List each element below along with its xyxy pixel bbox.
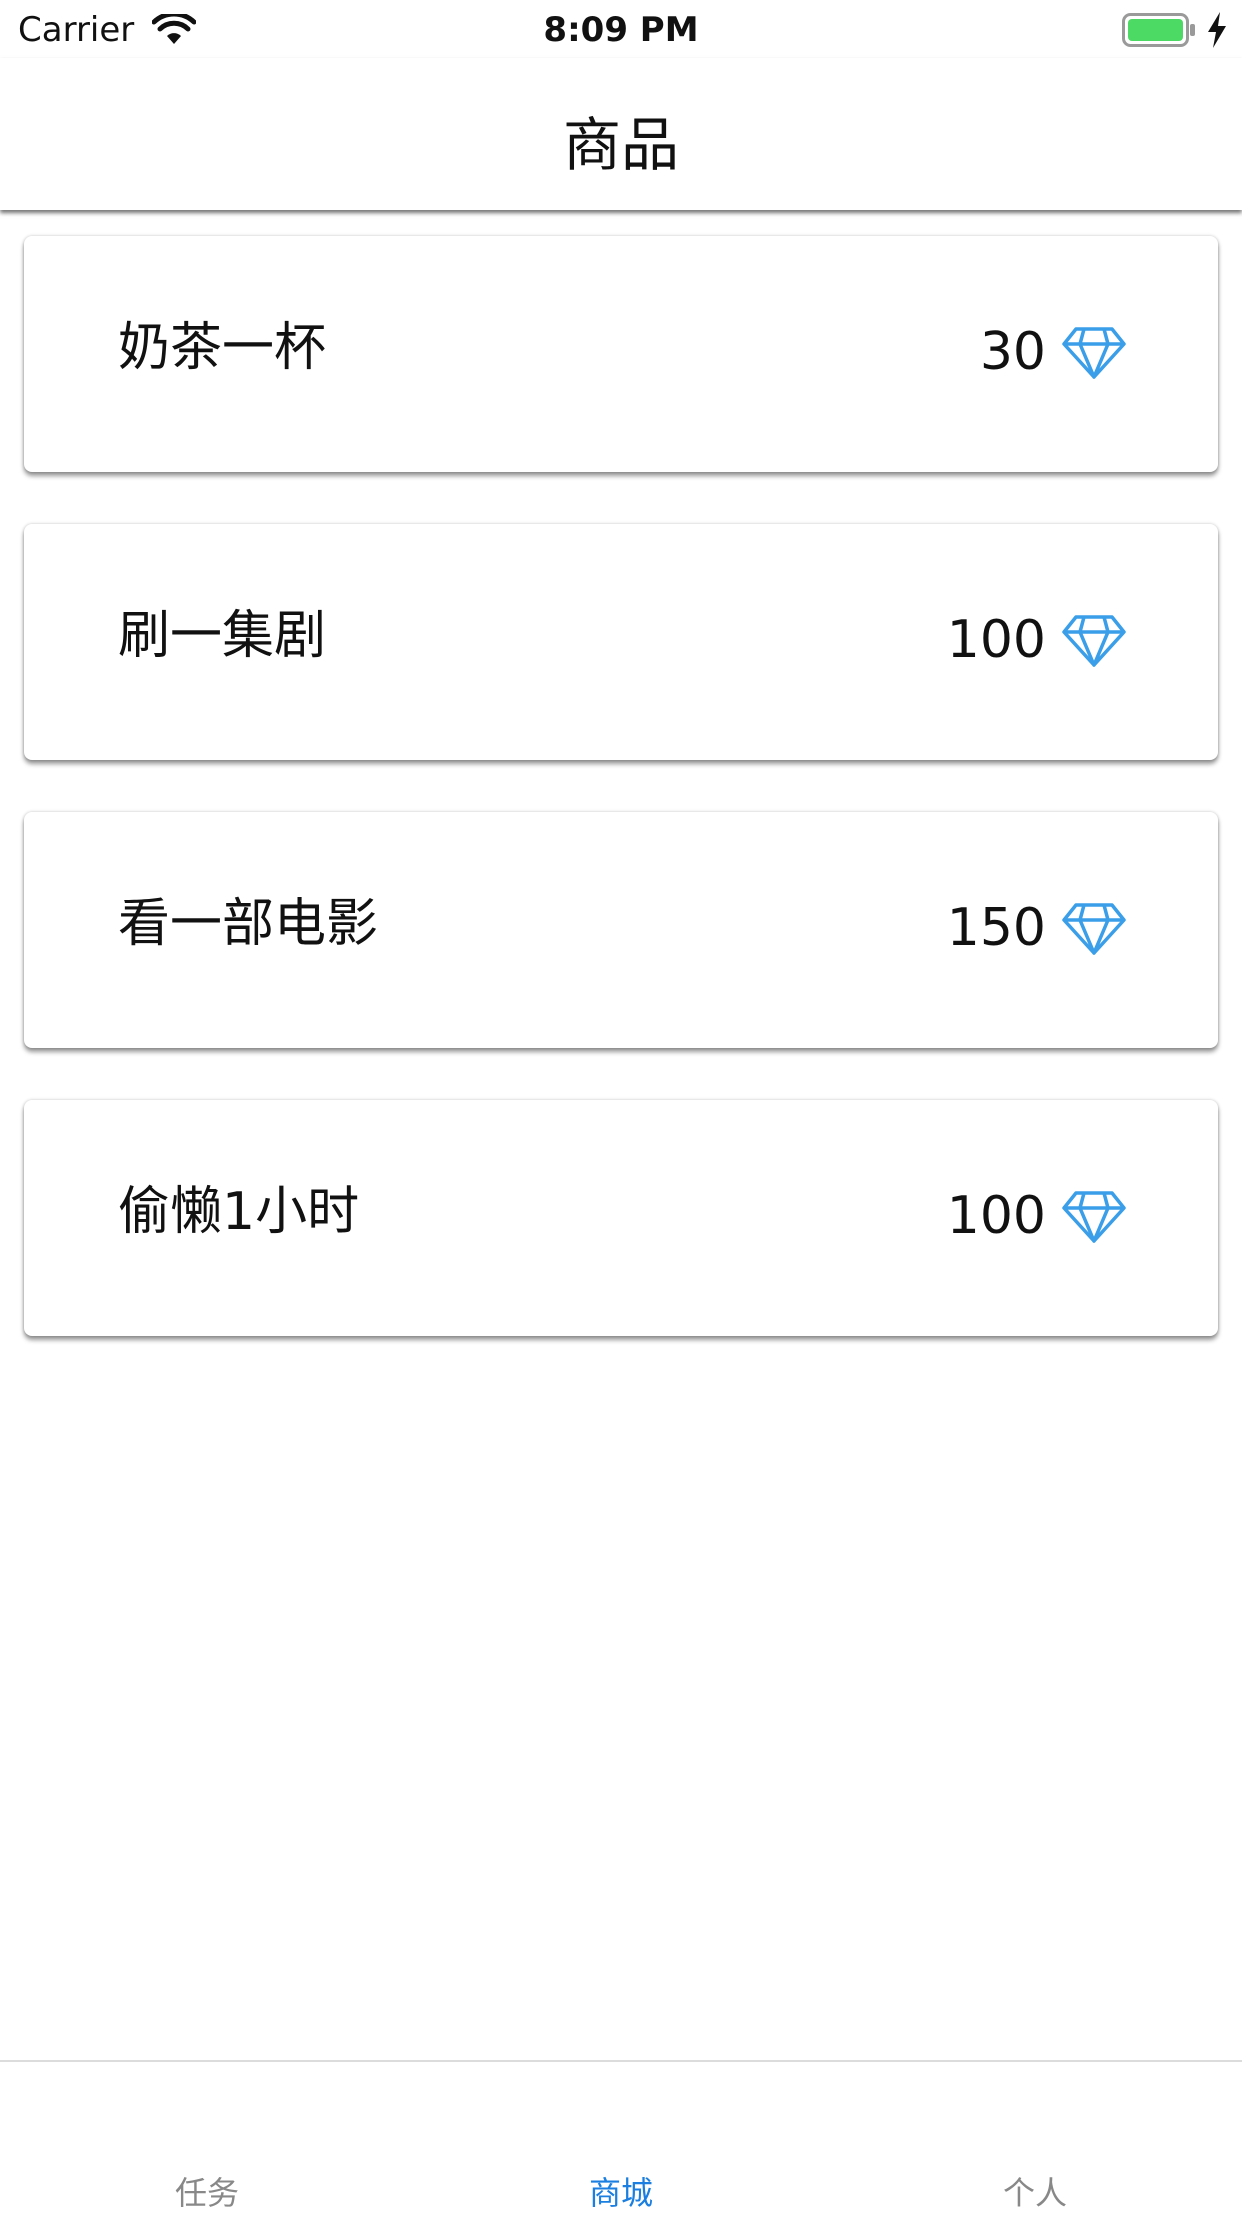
price-value: 150 [946, 898, 1046, 958]
navigation-bar: 商品 [0, 58, 1242, 210]
product-price: 150 [946, 898, 1126, 958]
status-bar: Carrier 8:09 PM [0, 0, 1242, 59]
product-card[interactable]: 看一部电影 150 [24, 812, 1218, 1048]
price-value: 30 [979, 322, 1046, 382]
product-list: 奶茶一杯 30 刷一集剧 100 看一部电影 150 偷懒1小时 100 [24, 236, 1218, 1388]
product-price: 30 [979, 322, 1126, 382]
tab-tasks[interactable]: 任务 [0, 2168, 414, 2214]
tab-bar: 任务 商城 个人 [0, 2060, 1242, 2212]
price-value: 100 [946, 610, 1046, 670]
product-name: 刷一集剧 [118, 606, 327, 666]
product-price: 100 [946, 1186, 1126, 1246]
charging-bolt-icon [1208, 12, 1226, 48]
price-value: 100 [946, 1186, 1046, 1246]
product-name: 偷懒1小时 [118, 1182, 360, 1242]
product-name: 看一部电影 [118, 894, 379, 954]
diamond-icon [1062, 614, 1126, 667]
battery-icon [1122, 13, 1195, 47]
product-card[interactable]: 奶茶一杯 30 [24, 236, 1218, 472]
product-price: 100 [946, 610, 1126, 670]
diamond-icon [1062, 326, 1126, 379]
tab-store[interactable]: 商城 [414, 2168, 828, 2214]
diamond-icon [1062, 902, 1126, 955]
product-card[interactable]: 刷一集剧 100 [24, 524, 1218, 760]
page-title: 商品 [562, 111, 679, 179]
tab-profile[interactable]: 个人 [828, 2168, 1242, 2214]
product-card[interactable]: 偷懒1小时 100 [24, 1100, 1218, 1336]
diamond-icon [1062, 1190, 1126, 1243]
product-name: 奶茶一杯 [118, 318, 327, 378]
status-time: 8:09 PM [543, 10, 699, 50]
